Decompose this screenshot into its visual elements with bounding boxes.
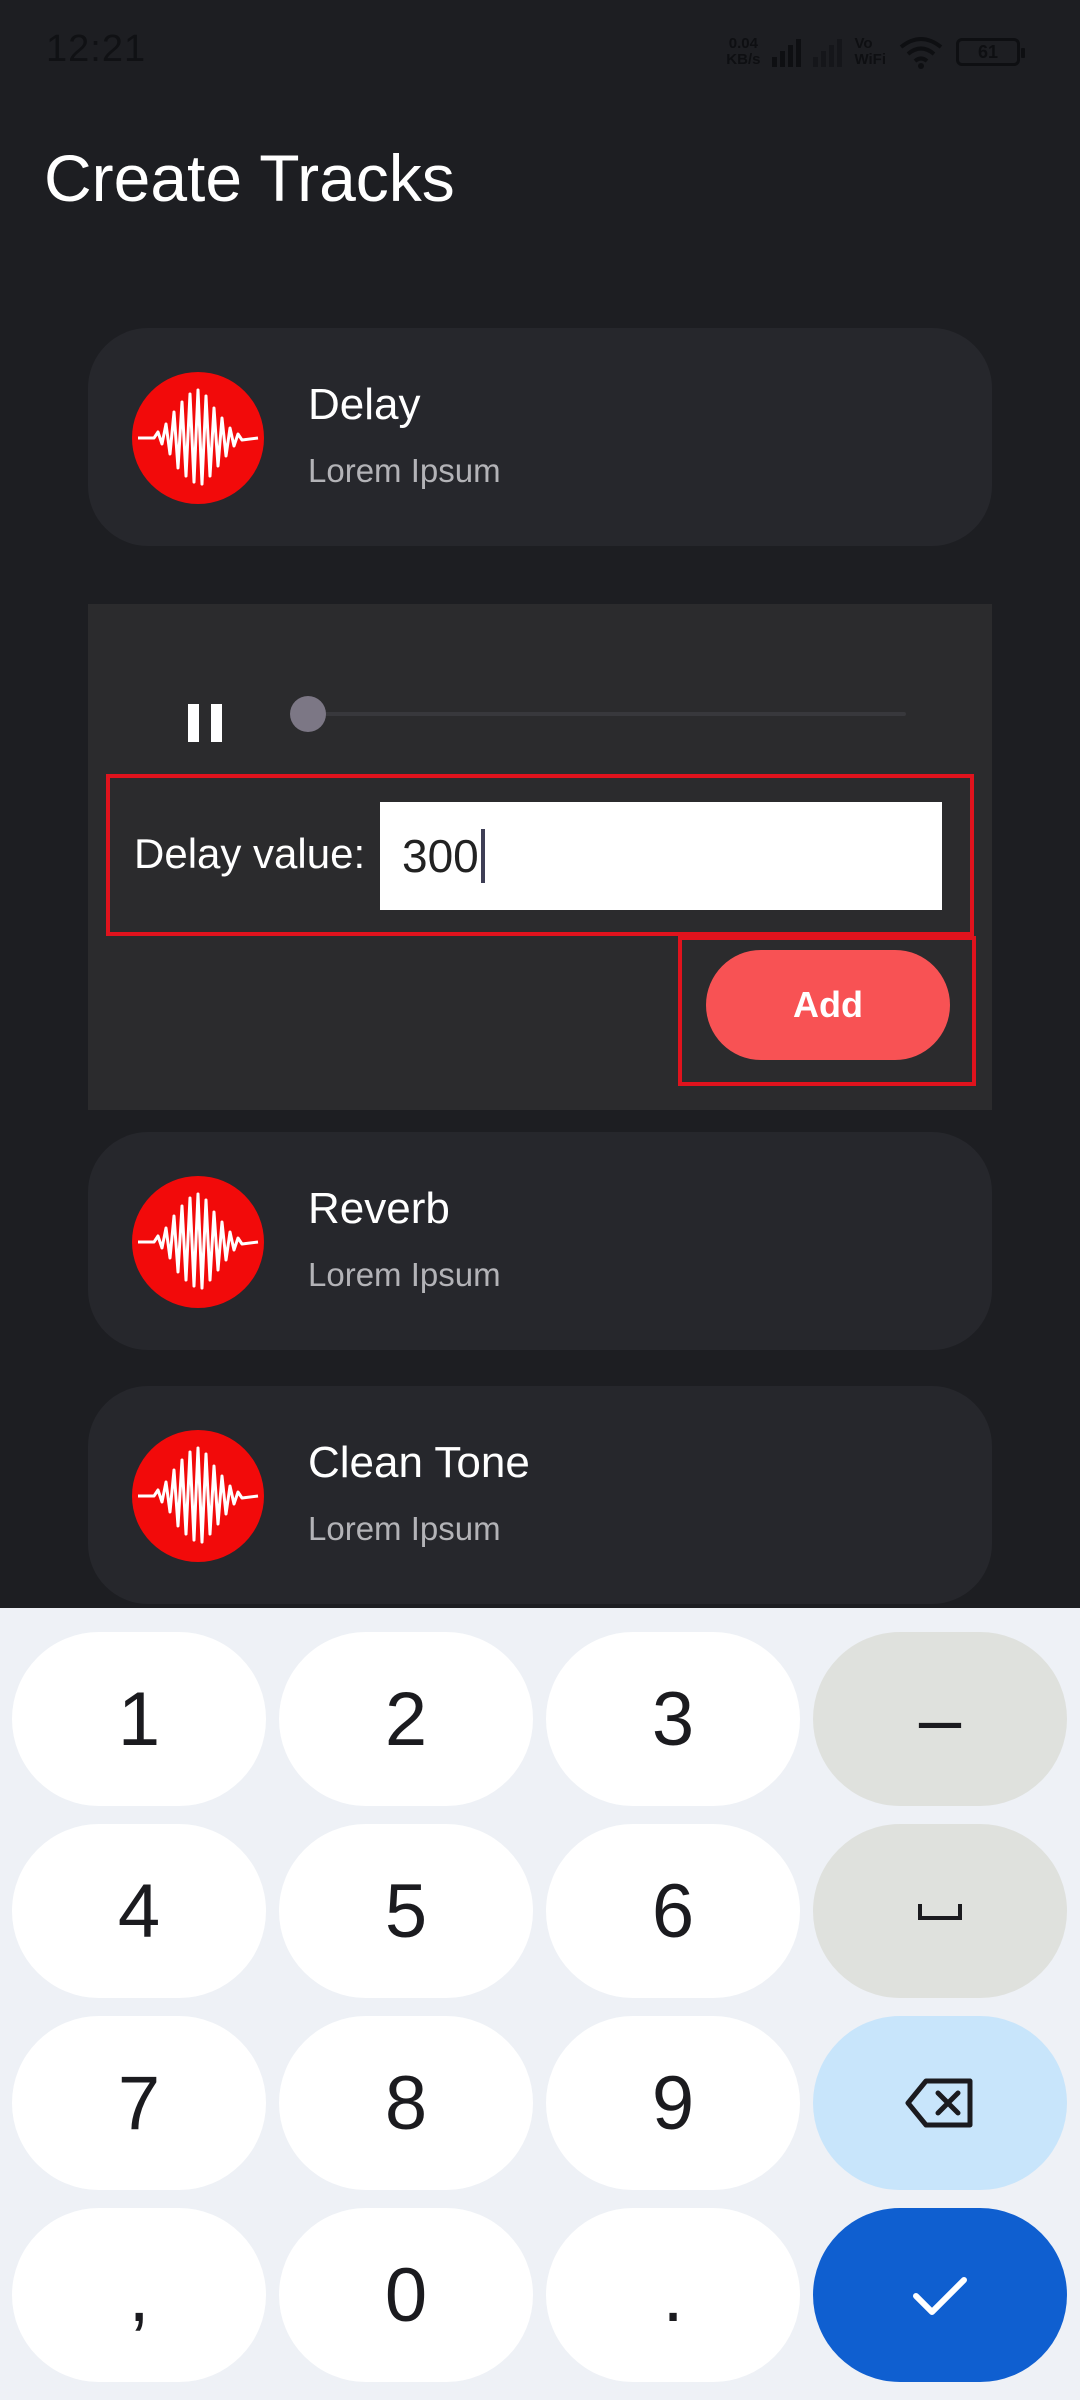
track-card-delay[interactable]: Delay Lorem Ipsum: [88, 328, 992, 546]
waveform-icon: [132, 1430, 264, 1562]
key-period[interactable]: .: [546, 2208, 800, 2382]
key-comma[interactable]: ,: [12, 2208, 266, 2382]
numeric-keyboard: 1 2 3 – 4 5 6 7 8 9 , 0 .: [0, 1608, 1080, 2400]
status-icons: 0.04 KB/s Vo WiFi 61: [726, 30, 1025, 74]
track-name: Reverb: [308, 1184, 450, 1233]
battery-level: 61: [977, 41, 999, 62]
pause-icon-bar-right: [211, 704, 222, 742]
checkmark-icon: [913, 2277, 967, 2315]
vowifi-top: Vo: [854, 35, 873, 52]
backspace-icon: [905, 2078, 973, 2128]
signal-2-icon: [813, 37, 843, 67]
track-subtitle: Lorem Ipsum: [308, 1510, 501, 1547]
pause-icon-bar-left: [188, 704, 199, 742]
network-speed-unit: KB/s: [726, 51, 761, 68]
key-9[interactable]: 9: [546, 2016, 800, 2190]
key-5[interactable]: 5: [279, 1824, 533, 1998]
vowifi-bottom: WiFi: [854, 51, 886, 68]
pause-button[interactable]: [178, 696, 232, 750]
track-subtitle: Lorem Ipsum: [308, 452, 501, 489]
waveform-icon: [132, 1176, 264, 1308]
key-done[interactable]: [813, 2208, 1067, 2382]
status-time: 12:21: [46, 28, 147, 70]
track-name: Delay: [308, 380, 421, 429]
key-backspace[interactable]: [813, 2016, 1067, 2190]
delay-value-row: Delay value: 300: [106, 774, 974, 936]
key-3[interactable]: 3: [546, 1632, 800, 1806]
text-cursor: [480, 829, 485, 883]
delay-value-text: 300: [402, 830, 479, 882]
delay-controls-panel: Delay value: 300 Add: [88, 604, 992, 1110]
page-title: Create Tracks: [44, 141, 455, 215]
key-space[interactable]: [813, 1824, 1067, 1998]
key-1[interactable]: 1: [12, 1632, 266, 1806]
status-bar: 12:21 0.04 KB/s Vo WiFi 61: [0, 0, 1080, 100]
network-speed: 0.04 KB/s: [726, 36, 760, 68]
wifi-icon: [899, 37, 943, 69]
add-button-highlight: Add: [678, 936, 976, 1086]
signal-icon: [772, 37, 802, 67]
key-7[interactable]: 7: [12, 2016, 266, 2190]
delay-value-label: Delay value:: [134, 830, 366, 877]
key-minus[interactable]: –: [813, 1632, 1067, 1806]
battery-icon: 61: [956, 38, 1025, 66]
track-subtitle: Lorem Ipsum: [308, 1256, 501, 1293]
track-card-reverb[interactable]: Reverb Lorem Ipsum: [88, 1132, 992, 1350]
key-2[interactable]: 2: [279, 1632, 533, 1806]
track-card-clean-tone[interactable]: Clean Tone Lorem Ipsum: [88, 1386, 992, 1604]
delay-value-input[interactable]: 300: [380, 802, 942, 910]
key-6[interactable]: 6: [546, 1824, 800, 1998]
key-0[interactable]: 0: [279, 2208, 533, 2382]
waveform-icon: [132, 372, 264, 504]
network-speed-value: 0.04: [728, 35, 758, 52]
track-name: Clean Tone: [308, 1438, 530, 1487]
space-icon: [918, 1904, 962, 1920]
vowifi-icon: Vo WiFi: [854, 36, 886, 68]
seek-bar[interactable]: [308, 712, 906, 716]
seek-thumb[interactable]: [290, 696, 326, 732]
add-button[interactable]: Add: [706, 950, 950, 1060]
key-8[interactable]: 8: [279, 2016, 533, 2190]
key-4[interactable]: 4: [12, 1824, 266, 1998]
